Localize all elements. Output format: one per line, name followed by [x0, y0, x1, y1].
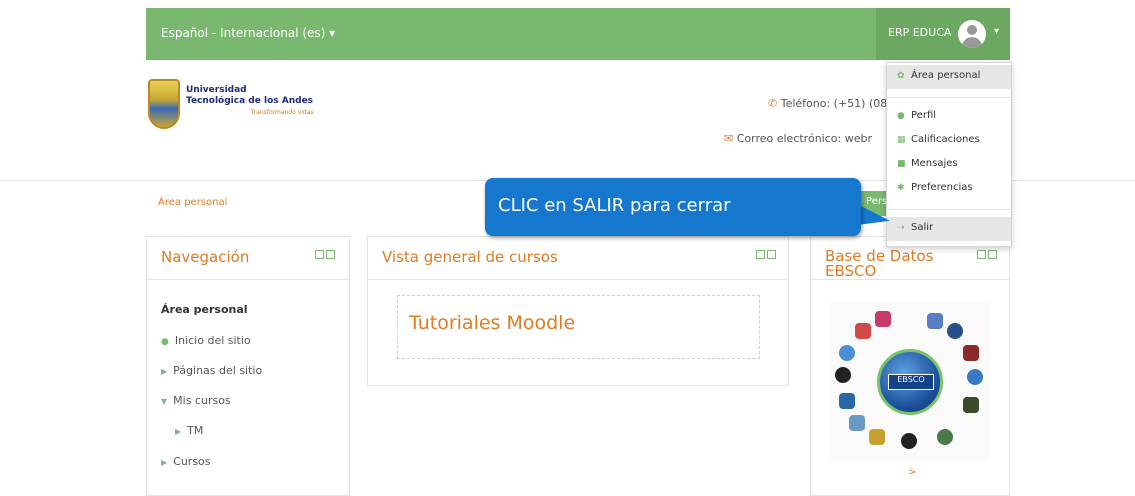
wrench-icon: ✱: [897, 183, 905, 193]
block-header: Navegación: [147, 237, 349, 280]
nav-item-inicio[interactable]: ● Inicio del sitio: [161, 334, 251, 347]
menu-item-label[interactable]: Salir: [911, 222, 933, 233]
top-bar: Español - Internacional (es) ▾ ERP EDUCA…: [0, 0, 1135, 62]
avatar[interactable]: [958, 20, 986, 48]
user-icon: ●: [897, 111, 905, 121]
menu-item-calificaciones[interactable]: ▦ Calificaciones: [887, 129, 1011, 153]
logout-icon: ⇢: [897, 223, 905, 233]
nav-item-label[interactable]: Área personal: [161, 303, 248, 316]
database-icon: [947, 323, 963, 339]
title-line2: EBSCO: [825, 262, 877, 280]
course-link[interactable]: Tutoriales Moodle: [409, 312, 575, 334]
logo-line1: Universidad: [186, 85, 247, 95]
menu-item-mensajes[interactable]: ■ Mensajes: [887, 153, 1011, 177]
collapse-icon[interactable]: [315, 250, 324, 259]
course-overview-block: Vista general de cursos Tutoriales Moodl…: [367, 236, 789, 386]
phone-icon: ✆: [768, 97, 778, 110]
collapse-icon[interactable]: [756, 250, 765, 259]
menu-divider: [887, 97, 1011, 98]
nav-item-label[interactable]: Mis cursos: [173, 394, 231, 407]
menu-item-label[interactable]: Perfil: [911, 110, 936, 121]
chevron-right-icon[interactable]: ▶: [161, 367, 167, 376]
database-icon: [963, 345, 979, 361]
nav-item-label[interactable]: Cursos: [173, 455, 210, 468]
phone-text: Teléfono: (+51) (08: [780, 97, 888, 110]
nav-item-label[interactable]: TM: [187, 424, 203, 437]
ebsco-image-link[interactable]: EBSCO: [829, 301, 990, 461]
collapse-icon[interactable]: [977, 250, 986, 259]
database-icon: [875, 311, 891, 327]
avatar-head: [967, 25, 977, 35]
grades-icon: ▦: [897, 135, 906, 145]
database-icon: [869, 429, 885, 445]
bullet-icon: ●: [161, 337, 169, 347]
database-icon: [849, 415, 865, 431]
site-logo[interactable]: Universidad Tecnológica de los Andes Tra…: [148, 79, 318, 131]
ebsco-block: Base de Datos EBSCO EBSCO >: [810, 236, 1010, 496]
menu-item-label[interactable]: Preferencias: [911, 182, 973, 193]
nav-item-area-personal[interactable]: Área personal: [161, 303, 248, 316]
menu-item-salir[interactable]: ⇢ Salir: [887, 217, 1011, 241]
block-title: Vista general de cursos: [382, 248, 558, 266]
block-header: Vista general de cursos: [368, 237, 788, 280]
database-icon: [963, 397, 979, 413]
navbar: Español - Internacional (es) ▾ ERP EDUCA…: [146, 8, 1010, 60]
navigation-block: Navegación Área personal ● Inicio del sit…: [146, 236, 350, 496]
email-text[interactable]: Correo electrónico: webr: [737, 132, 872, 145]
caret-down-icon[interactable]: ▾: [994, 26, 999, 37]
database-icon: [835, 367, 851, 383]
nav-item-paginas[interactable]: ▶ Páginas del sitio: [161, 364, 262, 377]
menu-divider: [887, 209, 1011, 210]
message-icon: ■: [897, 159, 906, 169]
database-icon: [839, 393, 855, 409]
nav-item-cursos[interactable]: ▶ Cursos: [161, 455, 211, 468]
dock-icon[interactable]: [326, 250, 335, 259]
chevron-down-icon[interactable]: ▼: [161, 397, 167, 406]
database-icon: [839, 345, 855, 361]
chevron-right-icon[interactable]: ▶: [175, 427, 181, 436]
chevron-right-icon[interactable]: ▶: [161, 458, 167, 467]
avatar-body: [962, 37, 982, 48]
database-icon: [937, 429, 953, 445]
language-selector[interactable]: Español - Internacional (es) ▾: [161, 26, 335, 40]
menu-item-preferencias[interactable]: ✱ Preferencias: [887, 177, 1011, 201]
block-title: Base de Datos EBSCO: [825, 249, 933, 279]
user-dropdown-menu: ✿ Área personal ● Perfil ▦ Calificacione…: [886, 62, 1012, 247]
callout-pointer: [856, 205, 892, 231]
menu-item-area-personal[interactable]: ✿ Área personal: [887, 65, 1011, 89]
university-crest-icon: [148, 79, 180, 129]
phone-contact: ✆ Teléfono: (+51) (08: [768, 97, 887, 110]
more-link[interactable]: >: [908, 467, 916, 478]
dock-icon[interactable]: [988, 250, 997, 259]
database-icon: [855, 323, 871, 339]
menu-item-label[interactable]: Área personal: [911, 70, 980, 81]
breadcrumb[interactable]: Área personal: [158, 197, 227, 208]
course-box: Tutoriales Moodle: [397, 295, 760, 359]
dock-icon[interactable]: [767, 250, 776, 259]
user-name[interactable]: ERP EDUCA: [888, 26, 951, 39]
dashboard-icon: ✿: [897, 71, 905, 81]
nav-item-mis-cursos[interactable]: ▼ Mis cursos: [161, 394, 231, 407]
database-icon: [901, 433, 917, 449]
menu-item-label[interactable]: Mensajes: [911, 158, 958, 169]
menu-item-perfil[interactable]: ● Perfil: [887, 105, 1011, 129]
database-icon: [967, 369, 983, 385]
ebsco-logo-text: EBSCO: [888, 374, 934, 390]
block-title: Navegación: [161, 248, 250, 266]
nav-item-tm[interactable]: ▶ TM: [175, 424, 203, 437]
database-icon: [927, 313, 943, 329]
ebsco-globe-icon: EBSCO: [877, 349, 943, 415]
nav-item-label[interactable]: Inicio del sitio: [175, 334, 251, 347]
email-contact[interactable]: ✉ Correo electrónico: webr: [724, 132, 872, 145]
callout-text: CLIC en SALIR para cerrar: [498, 195, 731, 216]
menu-item-label[interactable]: Calificaciones: [911, 134, 980, 145]
user-menu-toggle[interactable]: ERP EDUCA ▾: [876, 8, 1010, 60]
logo-line2: Tecnológica de los Andes: [186, 96, 314, 106]
logo-slogan: Transformando vidas: [251, 109, 314, 116]
nav-item-label[interactable]: Páginas del sitio: [173, 364, 262, 377]
envelope-icon: ✉: [724, 132, 734, 145]
instruction-callout: CLIC en SALIR para cerrar: [485, 178, 861, 236]
